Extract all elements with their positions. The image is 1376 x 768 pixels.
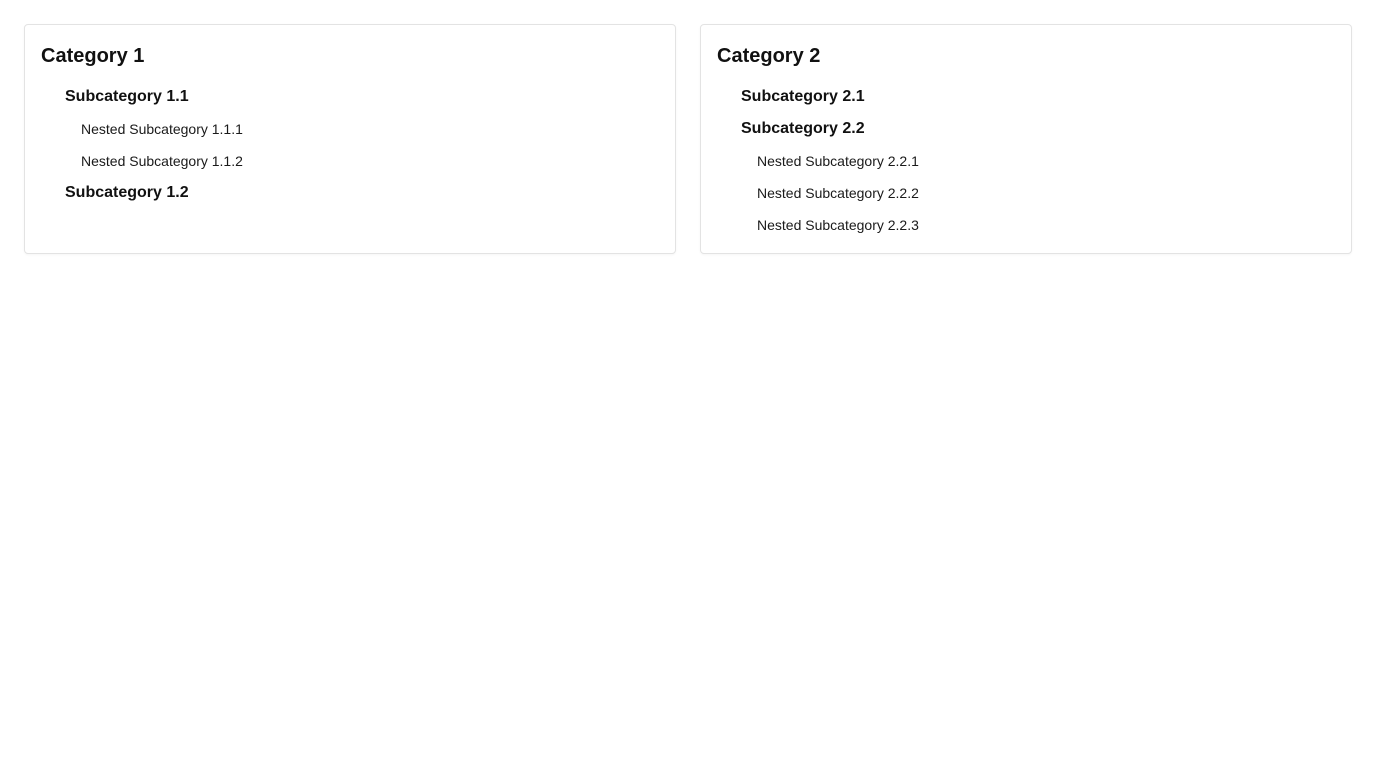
category-card-1: Category 1 Subcategory 1.1 Nested Subcat…: [24, 24, 676, 254]
subcategory-item-1-2: Subcategory 1.2: [65, 177, 659, 209]
nested-subcategory-list: Nested Subcategory 2.2.1 Nested Subcateg…: [741, 145, 1335, 241]
subcategory-list: Subcategory 2.1 Subcategory 2.2 Nested S…: [717, 81, 1335, 241]
category-grid: Category 1 Subcategory 1.1 Nested Subcat…: [24, 24, 1352, 254]
category-card-2: Category 2 Subcategory 2.1 Subcategory 2…: [700, 24, 1352, 254]
subcategory-list: Subcategory 1.1 Nested Subcategory 1.1.1…: [41, 81, 659, 209]
category-title: Category 1: [41, 45, 145, 67]
nested-subcategory-list: Nested Subcategory 1.1.1 Nested Subcateg…: [65, 113, 659, 177]
subcategory-item-2-2: Subcategory 2.2 Nested Subcategory 2.2.1…: [741, 113, 1335, 241]
nested-subcategory-item-1-1-2: Nested Subcategory 1.1.2: [81, 153, 243, 169]
category-title: Category 2: [717, 45, 821, 67]
subcategory-item-1-1: Subcategory 1.1 Nested Subcategory 1.1.1…: [65, 81, 659, 177]
nested-subcategory-item-1-1-1: Nested Subcategory 1.1.1: [81, 121, 243, 137]
subcategory-label: Subcategory 2.1: [741, 88, 865, 105]
subcategory-label: Subcategory 1.2: [65, 184, 189, 201]
subcategory-item-2-1: Subcategory 2.1: [741, 81, 1335, 113]
nested-subcategory-item-2-2-2: Nested Subcategory 2.2.2: [757, 185, 919, 201]
nested-subcategory-item-2-2-1: Nested Subcategory 2.2.1: [757, 153, 919, 169]
subcategory-label: Subcategory 1.1: [65, 88, 189, 105]
nested-subcategory-item-2-2-3: Nested Subcategory 2.2.3: [757, 217, 919, 233]
subcategory-label: Subcategory 2.2: [741, 120, 865, 137]
